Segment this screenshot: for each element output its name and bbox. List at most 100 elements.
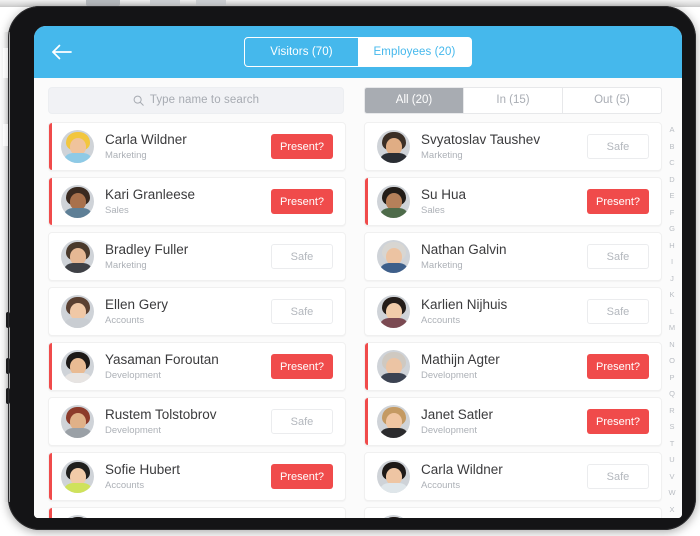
alphabet-index-letter[interactable]: L — [664, 304, 680, 321]
employee-card[interactable]: Carla Wildner Accounts Safe — [364, 452, 662, 501]
avatar — [61, 130, 94, 163]
employee-card[interactable]: Bradley Fuller Marketing Safe — [48, 232, 346, 281]
employee-department: Development — [421, 424, 477, 436]
employee-info: Janet Satler Development — [421, 407, 587, 437]
safe-button[interactable]: Safe — [271, 409, 333, 434]
alphabet-index-scrubber[interactable]: ABCDEFGHIJKLMNOPQRSTUVWX — [664, 78, 680, 518]
alphabet-index-letter[interactable]: T — [664, 436, 680, 453]
present-button[interactable]: Present? — [587, 354, 649, 379]
employee-card[interactable]: Su Hua Sales Present? — [364, 177, 662, 226]
device-side-notch-1 — [3, 48, 9, 78]
alphabet-index-letter[interactable]: U — [664, 452, 680, 469]
employee-card[interactable]: Rustem Tolstobrov Development Safe — [48, 397, 346, 446]
employee-name: Nathan Galvin — [421, 241, 507, 257]
tab-employees[interactable]: Employees (20) — [358, 38, 471, 66]
present-button[interactable]: Present? — [271, 134, 333, 159]
employee-list-right: Svyatoslav Taushev Marketing Safe Su Hua Sal… — [364, 122, 672, 518]
safe-button[interactable]: Safe — [587, 299, 649, 324]
avatar — [61, 350, 94, 383]
employee-info: Karlien NijhuisAccounts — [421, 517, 587, 519]
alphabet-index-letter[interactable]: N — [664, 337, 680, 354]
safe-button[interactable]: Safe — [587, 464, 649, 489]
alphabet-index-letter[interactable]: C — [664, 155, 680, 172]
alphabet-index-letter[interactable]: W — [664, 485, 680, 502]
employee-card[interactable]: Svyatoslav Taushev Marketing Safe — [364, 122, 662, 171]
employee-card[interactable]: Kari Granleese Sales Present? — [48, 177, 346, 226]
employee-name: Yasaman Foroutan — [105, 351, 219, 367]
employee-card[interactable]: Nathan Galvin Marketing Safe — [364, 232, 662, 281]
present-button[interactable]: Present? — [587, 409, 649, 434]
employee-name: Karlien Nijhuis — [421, 517, 587, 519]
avatar — [61, 240, 94, 273]
employee-info: Ellen Gery Accounts — [105, 297, 271, 327]
employee-info: Svyatoslav Taushev Marketing — [421, 132, 587, 162]
alphabet-index-letter[interactable]: J — [664, 271, 680, 288]
present-accent-bar — [365, 398, 368, 445]
background-strip-tab-3 — [196, 0, 226, 5]
avatar — [377, 460, 410, 493]
audience-segmented-control[interactable]: Visitors (70) Employees (20) — [244, 37, 472, 67]
alphabet-index-letter[interactable]: Q — [664, 386, 680, 403]
alphabet-index-letter[interactable]: O — [664, 353, 680, 370]
presence-filter-control[interactable]: All (20) In (15) Out (5) — [364, 86, 662, 114]
safe-button[interactable]: Safe — [271, 299, 333, 324]
device-volume-down-button[interactable] — [6, 388, 10, 404]
alphabet-index-letter[interactable]: V — [664, 469, 680, 486]
alphabet-index-letter[interactable]: G — [664, 221, 680, 238]
employee-card-partial[interactable]: Yasaman ForoutanDevelopmentPresent? — [48, 507, 346, 518]
alphabet-index-letter[interactable]: H — [664, 238, 680, 255]
employee-card[interactable]: Yasaman Foroutan Development Present? — [48, 342, 346, 391]
present-accent-bar — [49, 178, 52, 225]
alphabet-index-letter[interactable]: B — [664, 139, 680, 156]
employee-info: Karlien NijhuisAccounts — [421, 297, 587, 327]
employee-card[interactable]: Karlien Nijhuis Accounts Safe — [364, 287, 662, 336]
content-area: Type name to search Carla Wildner Marketi… — [34, 78, 682, 518]
alphabet-index-letter[interactable]: S — [664, 419, 680, 436]
alphabet-index-letter[interactable]: I — [664, 254, 680, 271]
alphabet-index-letter[interactable]: P — [664, 370, 680, 387]
alphabet-index-letter[interactable]: A — [664, 122, 680, 139]
search-input[interactable]: Type name to search — [48, 86, 344, 114]
employee-list-left: Carla Wildner Marketing Present? Kari Granl… — [48, 122, 356, 518]
employee-card[interactable]: Janet Satler Development Present? — [364, 397, 662, 446]
alphabet-index-letter[interactable]: D — [664, 172, 680, 189]
alphabet-index-letter[interactable]: R — [664, 403, 680, 420]
tab-visitors[interactable]: Visitors (70) — [245, 38, 358, 66]
back-button[interactable] — [48, 39, 76, 65]
present-accent-bar — [49, 343, 52, 390]
employee-card[interactable]: Carla Wildner Marketing Present? — [48, 122, 346, 171]
employee-card[interactable]: Ellen Gery Accounts Safe — [48, 287, 346, 336]
alphabet-index-letter[interactable]: X — [664, 502, 680, 519]
arrow-left-icon — [51, 43, 73, 61]
safe-button[interactable]: Safe — [587, 244, 649, 269]
employee-department: Sales — [105, 204, 129, 216]
filter-out[interactable]: Out (5) — [563, 88, 661, 113]
employee-card[interactable]: Mathijn Agter Development Present? — [364, 342, 662, 391]
alphabet-index-letter[interactable]: M — [664, 320, 680, 337]
employee-info: Su Hua Sales — [421, 187, 587, 217]
present-button[interactable]: Present? — [271, 354, 333, 379]
safe-button[interactable]: Safe — [271, 244, 333, 269]
left-column: Type name to search Carla Wildner Marketi… — [48, 78, 356, 518]
employee-department: Accounts — [105, 479, 145, 491]
filter-in[interactable]: In (15) — [464, 87, 563, 113]
present-button[interactable]: Present? — [587, 189, 649, 214]
device-volume-up-button[interactable] — [6, 358, 10, 374]
present-accent-bar — [49, 123, 52, 170]
employee-department: Development — [105, 424, 161, 436]
filter-all[interactable]: All (20) — [365, 87, 464, 113]
device-side-rail — [3, 32, 10, 502]
employee-name: Svyatoslav Taushev — [421, 131, 541, 147]
alphabet-index-letter[interactable]: F — [664, 205, 680, 222]
alphabet-index-letter[interactable]: E — [664, 188, 680, 205]
employee-card-partial[interactable]: Karlien NijhuisAccountsSafe — [364, 507, 662, 518]
present-button[interactable]: Present? — [271, 189, 333, 214]
safe-button[interactable]: Safe — [587, 134, 649, 159]
employee-name: Janet Satler — [421, 406, 494, 422]
employee-name: Carla Wildner — [421, 461, 503, 477]
present-button[interactable]: Present? — [271, 464, 333, 489]
alphabet-index-letter[interactable]: K — [664, 287, 680, 304]
employee-card[interactable]: Sofie Hubert Accounts Present? — [48, 452, 346, 501]
employee-info: Sofie Hubert Accounts — [105, 462, 271, 492]
device-power-button[interactable] — [6, 312, 10, 328]
